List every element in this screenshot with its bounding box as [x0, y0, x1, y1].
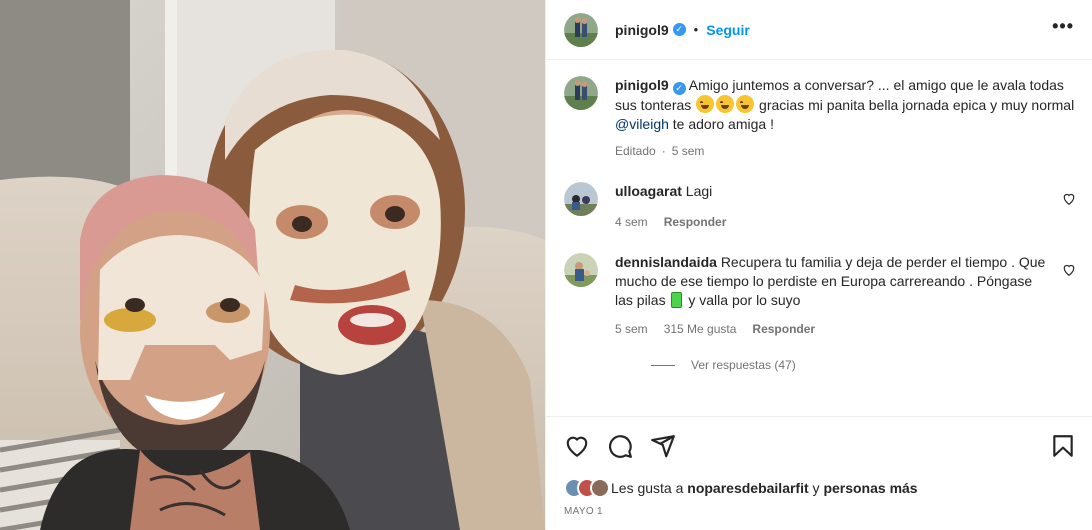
post-username[interactable]: pinigol9	[615, 22, 669, 38]
avatar[interactable]	[564, 253, 598, 287]
caption-meta: Editado · 5 sem	[615, 144, 1076, 158]
post-actions	[546, 416, 1092, 474]
likes-prefix: Les gusta a	[611, 480, 684, 496]
battery-emoji-icon	[671, 292, 683, 308]
follow-button[interactable]: Seguir	[706, 22, 750, 38]
comment-meta: 5 sem 315 Me gusta Responder	[615, 322, 1046, 336]
post-header: pinigol9 ✓ • Seguir •••	[546, 0, 1092, 60]
separator-dot: •	[693, 22, 699, 37]
caption-text-end: te adoro amiga !	[672, 116, 774, 132]
avatar-image	[564, 12, 598, 47]
like-comment-heart-icon[interactable]	[1062, 263, 1076, 277]
share-icon[interactable]	[650, 433, 676, 459]
edited-label: Editado	[615, 144, 656, 158]
verified-badge-icon: ✓	[672, 82, 686, 95]
liker-avatars	[564, 478, 610, 498]
view-replies-button[interactable]: Ver respuestas (47)	[651, 358, 1076, 372]
comment-time[interactable]: 5 sem	[615, 322, 648, 336]
avatar[interactable]	[564, 12, 598, 47]
caption-text-part2: gracias mi panita bella jornada epica y …	[759, 97, 1075, 113]
avatar-image	[564, 253, 598, 287]
avatar[interactable]	[564, 182, 598, 216]
caption-text: pinigol9 ✓ Amigo juntemos a conversar? ..…	[615, 76, 1076, 134]
comment-text: ulloagarat Lagi	[615, 182, 1046, 201]
likes-connector: y	[812, 480, 820, 496]
verified-badge-icon: ✓	[672, 23, 686, 36]
avatar[interactable]	[564, 76, 598, 110]
replies-divider-line	[651, 364, 675, 366]
comment-icon[interactable]	[607, 433, 633, 459]
reply-button[interactable]: Responder	[752, 322, 815, 336]
likes-summary[interactable]: Les gusta a noparesdebailarfit y persona…	[546, 474, 1092, 502]
comment-item: ulloagarat Lagi 4 sem Responder	[564, 182, 1076, 229]
comment-time[interactable]: 4 sem	[615, 215, 648, 229]
separator-dot: ·	[661, 144, 666, 158]
post-side-panel: pinigol9 ✓ • Seguir ••• pinigol9 ✓ Amigo…	[545, 0, 1092, 530]
post-image	[0, 0, 545, 530]
caption-time[interactable]: 5 sem	[672, 144, 705, 158]
comment-item: dennislandaida Recupera tu familia y dej…	[564, 253, 1076, 336]
caption-username[interactable]: pinigol9	[615, 77, 669, 93]
mention-link[interactable]: @vileigh	[615, 116, 669, 132]
view-replies-label: Ver respuestas (47)	[691, 358, 796, 372]
comment-username[interactable]: ulloagarat	[615, 183, 682, 199]
post-photo[interactable]	[0, 0, 545, 530]
post-date[interactable]: MAYO 1	[546, 502, 1092, 530]
likes-user[interactable]: noparesdebailarfit	[687, 480, 808, 496]
likes-others[interactable]: personas más	[823, 480, 917, 496]
rofl-emoji-icon	[716, 95, 735, 113]
rofl-emoji-icon	[736, 95, 755, 113]
comment-body: Lagi	[685, 183, 713, 199]
comment-meta: 4 sem Responder	[615, 215, 1046, 229]
more-options-icon[interactable]: •••	[1052, 17, 1074, 39]
comment-text: dennislandaida Recupera tu familia y dej…	[615, 253, 1046, 310]
like-comment-heart-icon[interactable]	[1062, 192, 1076, 206]
comments-section[interactable]: pinigol9 ✓ Amigo juntemos a conversar? ..…	[546, 60, 1092, 416]
caption: pinigol9 ✓ Amigo juntemos a conversar? ..…	[564, 76, 1076, 158]
comment-likes-count[interactable]: 315 Me gusta	[664, 322, 737, 336]
heart-icon[interactable]	[564, 433, 590, 459]
avatar-image	[564, 76, 598, 110]
avatar-image	[564, 182, 598, 216]
avatar	[590, 478, 610, 498]
comment-body-part2: y valla por lo suyo	[688, 292, 801, 308]
comment-username[interactable]: dennislandaida	[615, 254, 717, 270]
bookmark-icon[interactable]	[1050, 433, 1076, 459]
reply-button[interactable]: Responder	[664, 215, 727, 229]
rofl-emoji-icon	[696, 95, 715, 113]
